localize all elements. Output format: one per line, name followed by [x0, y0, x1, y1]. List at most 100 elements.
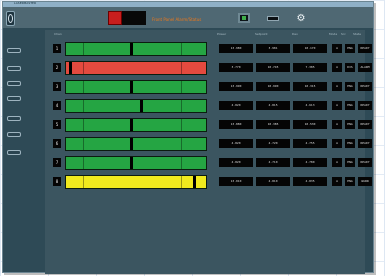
lane-value-cell: 4.710 — [256, 158, 290, 167]
lane-value-cell: 13.990 — [219, 82, 253, 91]
lane-value-cell: 13.980 — [219, 44, 253, 53]
lane-bar[interactable] — [65, 80, 207, 94]
sidebar-button-6[interactable] — [7, 132, 21, 137]
lane-number: 6 — [53, 139, 61, 148]
lane-value-cell: READY — [358, 82, 372, 91]
lane-value-cell: A — [332, 177, 342, 186]
col-header-power: Power — [217, 32, 227, 36]
bar-segment-divider — [181, 100, 182, 112]
lane-value-cell: ENA — [345, 120, 355, 129]
lane-value-cell: DIS — [345, 63, 355, 72]
lane-value-cell: READY — [358, 158, 372, 167]
channel-table: Chan Power Setpoint Dev Mode Src State 1… — [45, 30, 372, 274]
lane-bar[interactable] — [65, 118, 207, 132]
lane-value-cell: A — [332, 63, 342, 72]
lane-value-cell: A — [332, 158, 342, 167]
monitor-icon[interactable] — [238, 13, 250, 23]
bar-segment-divider — [83, 157, 84, 169]
lane-value-cell: 10.170 — [293, 44, 327, 53]
lane-value-cell: 7.385 — [293, 63, 327, 72]
sidebar-button-7[interactable] — [7, 150, 21, 155]
lane-position-marker[interactable] — [130, 119, 133, 131]
lane-value-cell: A — [332, 82, 342, 91]
bar-segment-divider — [83, 119, 84, 131]
col-header-setpoint: Setpoint — [255, 32, 268, 36]
lane-value-cell: READY — [358, 44, 372, 53]
status-display — [122, 11, 146, 25]
lane-value-cell: 4.835 — [293, 177, 327, 186]
lane-value-cell: 4.810 — [256, 177, 290, 186]
bar-segment-divider — [83, 100, 84, 112]
lane-position-marker[interactable] — [193, 176, 196, 188]
lane-value-cell: 4.720 — [256, 139, 290, 148]
lane-value-cell: A — [332, 120, 342, 129]
bar-segment-divider — [181, 176, 182, 188]
lane-value-cell: WARN — [358, 177, 372, 186]
lane-number: 3 — [53, 82, 61, 91]
lane-value-cell: 4.780 — [293, 158, 327, 167]
lane-position-marker[interactable] — [69, 62, 72, 74]
lane-bar[interactable] — [65, 61, 207, 75]
lane-row[interactable]: 1 13.980 3.981 10.170 A ENA READY — [53, 42, 372, 58]
lane-number: 8 — [53, 177, 61, 186]
lane-row[interactable]: 6 4.820 4.720 4.755 A ENA READY — [53, 137, 372, 153]
lane-value-cell: ENA — [345, 139, 355, 148]
window-title: LASERMASTER — [14, 1, 37, 5]
lane-value-cell: ALARM — [358, 63, 372, 72]
lane-position-marker[interactable] — [130, 157, 133, 169]
sidebar-button-2[interactable] — [7, 66, 21, 71]
lane-value-cell: 10.530 — [293, 120, 327, 129]
lane-value-cell: 10.990 — [256, 82, 290, 91]
bar-segment-divider — [181, 81, 182, 93]
lane-position-marker[interactable] — [130, 43, 133, 55]
col-header-state: State — [353, 32, 361, 36]
sidebar-button-3[interactable] — [7, 81, 21, 86]
lane-number: 5 — [53, 120, 61, 129]
bar-segment-divider — [83, 81, 84, 93]
lane-value-cell: 13.010 — [219, 177, 253, 186]
lane-bar[interactable] — [65, 137, 207, 151]
bar-segment-divider — [83, 43, 84, 55]
bar-segment-divider — [83, 138, 84, 150]
lane-value-cell: 10.315 — [293, 82, 327, 91]
settings-gear-icon[interactable]: ⚙ — [295, 13, 307, 24]
lane-value-cell: ENA — [345, 101, 355, 110]
lane-value-cell: 10.745 — [256, 63, 290, 72]
lane-bar[interactable] — [65, 156, 207, 170]
lane-number: 2 — [53, 63, 61, 72]
battery-icon[interactable] — [267, 16, 279, 21]
lane-row[interactable]: 7 4.820 4.710 4.780 A ENA READY — [53, 156, 372, 172]
app-logo — [6, 11, 15, 26]
status-text: Front Panel Alarm/Status — [152, 17, 202, 22]
sidebar-button-4[interactable] — [7, 96, 21, 101]
lane-position-marker[interactable] — [130, 138, 133, 150]
lane-row[interactable]: 2 3.770 10.745 7.385 A DIS ALARM — [53, 61, 372, 77]
app-window: LASERMASTER Front Panel Alarm/Status ⚙ C… — [2, 1, 374, 274]
lane-value-cell: 3.770 — [219, 63, 253, 72]
lane-bar[interactable] — [65, 175, 207, 189]
lane-value-cell: 4.820 — [219, 139, 253, 148]
lane-value-cell: A — [332, 101, 342, 110]
lane-number: 1 — [53, 44, 61, 53]
lane-row[interactable]: 5 13.880 10.385 10.530 A ENA READY — [53, 118, 372, 134]
lane-number: 4 — [53, 101, 61, 110]
sidebar-button-1[interactable] — [7, 48, 21, 53]
alarm-indicator[interactable] — [108, 11, 122, 25]
lane-value-cell: 3.981 — [256, 44, 290, 53]
bar-segment-divider — [83, 62, 84, 74]
lane-row[interactable]: 8 13.010 4.810 4.835 A ENA WARN — [53, 175, 372, 191]
lane-row[interactable]: 4 4.820 4.815 4.613 A ENA READY — [53, 99, 372, 115]
lane-position-marker[interactable] — [140, 100, 143, 112]
lane-bar[interactable] — [65, 99, 207, 113]
lane-value-cell: 4.820 — [219, 158, 253, 167]
lane-bar[interactable] — [65, 42, 207, 56]
lane-value-cell: READY — [358, 120, 372, 129]
header-bar: Front Panel Alarm/Status ⚙ — [3, 7, 373, 28]
lane-position-marker[interactable] — [130, 81, 133, 93]
lane-value-cell: ENA — [345, 177, 355, 186]
col-header-src: Src — [341, 32, 346, 36]
lane-value-cell: 13.880 — [219, 120, 253, 129]
lane-row[interactable]: 3 13.990 10.990 10.315 A ENA READY — [53, 80, 372, 96]
lane-value-cell: 4.755 — [293, 139, 327, 148]
sidebar-button-5[interactable] — [7, 116, 21, 121]
